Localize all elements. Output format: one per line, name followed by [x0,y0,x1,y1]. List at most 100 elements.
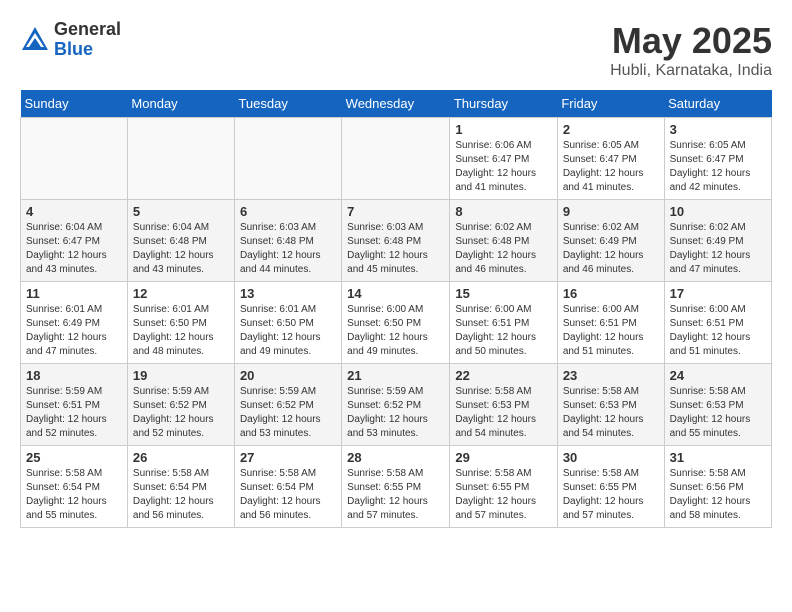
day-info: Sunrise: 5:58 AMSunset: 6:54 PMDaylight:… [26,467,122,523]
day-info: Sunrise: 6:00 AMSunset: 6:51 PMDaylight:… [455,303,551,359]
calendar-cell: 9Sunrise: 6:02 AMSunset: 6:49 PMDaylight… [557,200,664,282]
day-info: Sunrise: 6:01 AMSunset: 6:49 PMDaylight:… [26,303,122,359]
day-info: Sunrise: 5:59 AMSunset: 6:52 PMDaylight:… [347,385,444,441]
day-info: Sunrise: 6:00 AMSunset: 6:50 PMDaylight:… [347,303,444,359]
day-info: Sunrise: 6:00 AMSunset: 6:51 PMDaylight:… [563,303,659,359]
calendar-cell: 12 Sunrise: 6:01 AMSunset: 6:50 PMDayligh… [127,282,234,364]
day-info: Sunrise: 5:58 AMSunset: 6:53 PMDaylight:… [670,385,766,441]
calendar-cell: 17 Sunrise: 6:00 AMSunset: 6:51 PMDayligh… [664,282,771,364]
logo-icon [20,25,50,55]
logo-text: General Blue [54,20,121,60]
calendar-cell: 5 Sunrise: 6:04 AMSunset: 6:48 PMDaylight… [127,200,234,282]
calendar-cell: 10 Sunrise: 6:02 AMSunset: 6:49 PMDayligh… [664,200,771,282]
day-number: 30 [563,450,659,465]
calendar-cell [21,118,128,200]
day-number: 4 [26,204,122,219]
logo-blue: Blue [54,40,121,60]
logo-general: General [54,20,121,40]
day-info: Sunrise: 6:01 AMSunset: 6:50 PMDaylight:… [133,303,229,359]
day-info: Sunrise: 5:59 AMSunset: 6:52 PMDaylight:… [240,385,336,441]
calendar-cell: 14Sunrise: 6:00 AMSunset: 6:50 PMDayligh… [342,282,450,364]
day-number: 22 [455,368,551,383]
col-thursday: Thursday [450,90,557,118]
calendar-cell: 29Sunrise: 5:58 AMSunset: 6:55 PMDayligh… [450,446,557,528]
day-info: Sunrise: 5:58 AMSunset: 6:55 PMDaylight:… [563,467,659,523]
calendar-title: May 2025 [610,20,772,62]
day-number: 17 [670,286,766,301]
day-number: 28 [347,450,444,465]
day-number: 9 [563,204,659,219]
calendar-cell: 4 Sunrise: 6:04 AMSunset: 6:47 PMDaylight… [21,200,128,282]
day-info: Sunrise: 6:00 AMSunset: 6:51 PMDaylight:… [670,303,766,359]
day-number: 13 [240,286,336,301]
day-info: Sunrise: 6:02 AMSunset: 6:49 PMDaylight:… [670,221,766,277]
calendar-cell [342,118,450,200]
day-info: Sunrise: 6:03 AMSunset: 6:48 PMDaylight:… [240,221,336,277]
calendar-body: 1 Sunrise: 6:06 AMSunset: 6:47 PMDaylight… [21,118,772,528]
calendar-cell: 11Sunrise: 6:01 AMSunset: 6:49 PMDayligh… [21,282,128,364]
col-tuesday: Tuesday [234,90,341,118]
calendar-cell: 31 Sunrise: 5:58 AMSunset: 6:56 PMDayligh… [664,446,771,528]
calendar-cell: 7 Sunrise: 6:03 AMSunset: 6:48 PMDaylight… [342,200,450,282]
day-info: Sunrise: 5:59 AMSunset: 6:52 PMDaylight:… [133,385,229,441]
calendar-cell: 20 Sunrise: 5:59 AMSunset: 6:52 PMDayligh… [234,364,341,446]
day-number: 6 [240,204,336,219]
day-number: 24 [670,368,766,383]
calendar-cell [234,118,341,200]
calendar-cell: 23 Sunrise: 5:58 AMSunset: 6:53 PMDayligh… [557,364,664,446]
day-info: Sunrise: 6:06 AMSunset: 6:47 PMDaylight:… [455,139,551,195]
col-monday: Monday [127,90,234,118]
day-number: 16 [563,286,659,301]
day-info: Sunrise: 6:03 AMSunset: 6:48 PMDaylight:… [347,221,444,277]
day-number: 19 [133,368,229,383]
day-info: Sunrise: 5:58 AMSunset: 6:53 PMDaylight:… [455,385,551,441]
title-block: May 2025 Hubli, Karnataka, India [610,20,772,80]
calendar-cell: 26Sunrise: 5:58 AMSunset: 6:54 PMDayligh… [127,446,234,528]
day-info: Sunrise: 5:58 AMSunset: 6:53 PMDaylight:… [563,385,659,441]
header-row: Sunday Monday Tuesday Wednesday Thursday… [21,90,772,118]
col-sunday: Sunday [21,90,128,118]
day-number: 25 [26,450,122,465]
calendar-cell: 19 Sunrise: 5:59 AMSunset: 6:52 PMDayligh… [127,364,234,446]
day-number: 21 [347,368,444,383]
calendar-cell: 21 Sunrise: 5:59 AMSunset: 6:52 PMDayligh… [342,364,450,446]
day-number: 8 [455,204,551,219]
day-number: 27 [240,450,336,465]
day-info: Sunrise: 6:01 AMSunset: 6:50 PMDaylight:… [240,303,336,359]
calendar-cell: 15Sunrise: 6:00 AMSunset: 6:51 PMDayligh… [450,282,557,364]
day-info: Sunrise: 6:04 AMSunset: 6:48 PMDaylight:… [133,221,229,277]
logo: General Blue [20,20,121,60]
day-number: 10 [670,204,766,219]
calendar-cell: 6 Sunrise: 6:03 AMSunset: 6:48 PMDaylight… [234,200,341,282]
col-friday: Friday [557,90,664,118]
day-number: 7 [347,204,444,219]
day-info: Sunrise: 6:05 AMSunset: 6:47 PMDaylight:… [563,139,659,195]
day-number: 12 [133,286,229,301]
day-number: 29 [455,450,551,465]
calendar-cell: 25 Sunrise: 5:58 AMSunset: 6:54 PMDayligh… [21,446,128,528]
calendar-week-4: 18 Sunrise: 5:59 AMSunset: 6:51 PMDayligh… [21,364,772,446]
calendar-cell: 30 Sunrise: 5:58 AMSunset: 6:55 PMDayligh… [557,446,664,528]
calendar-header: Sunday Monday Tuesday Wednesday Thursday… [21,90,772,118]
day-number: 18 [26,368,122,383]
day-number: 31 [670,450,766,465]
day-info: Sunrise: 6:02 AMSunset: 6:48 PMDaylight:… [455,221,551,277]
calendar-cell: 3Sunrise: 6:05 AMSunset: 6:47 PMDaylight… [664,118,771,200]
day-number: 23 [563,368,659,383]
calendar-week-5: 25 Sunrise: 5:58 AMSunset: 6:54 PMDayligh… [21,446,772,528]
day-info: Sunrise: 5:58 AMSunset: 6:56 PMDaylight:… [670,467,766,523]
day-number: 5 [133,204,229,219]
col-saturday: Saturday [664,90,771,118]
calendar-week-2: 4 Sunrise: 6:04 AMSunset: 6:47 PMDaylight… [21,200,772,282]
calendar-week-1: 1 Sunrise: 6:06 AMSunset: 6:47 PMDaylight… [21,118,772,200]
calendar-cell: 8 Sunrise: 6:02 AMSunset: 6:48 PMDaylight… [450,200,557,282]
calendar-cell: 18 Sunrise: 5:59 AMSunset: 6:51 PMDayligh… [21,364,128,446]
day-number: 1 [455,122,551,137]
col-wednesday: Wednesday [342,90,450,118]
day-number: 20 [240,368,336,383]
calendar-cell: 27Sunrise: 5:58 AMSunset: 6:54 PMDayligh… [234,446,341,528]
calendar-cell: 16 Sunrise: 6:00 AMSunset: 6:51 PMDayligh… [557,282,664,364]
day-info: Sunrise: 6:04 AMSunset: 6:47 PMDaylight:… [26,221,122,277]
calendar-cell: 2Sunrise: 6:05 AMSunset: 6:47 PMDaylight… [557,118,664,200]
day-info: Sunrise: 5:59 AMSunset: 6:51 PMDaylight:… [26,385,122,441]
